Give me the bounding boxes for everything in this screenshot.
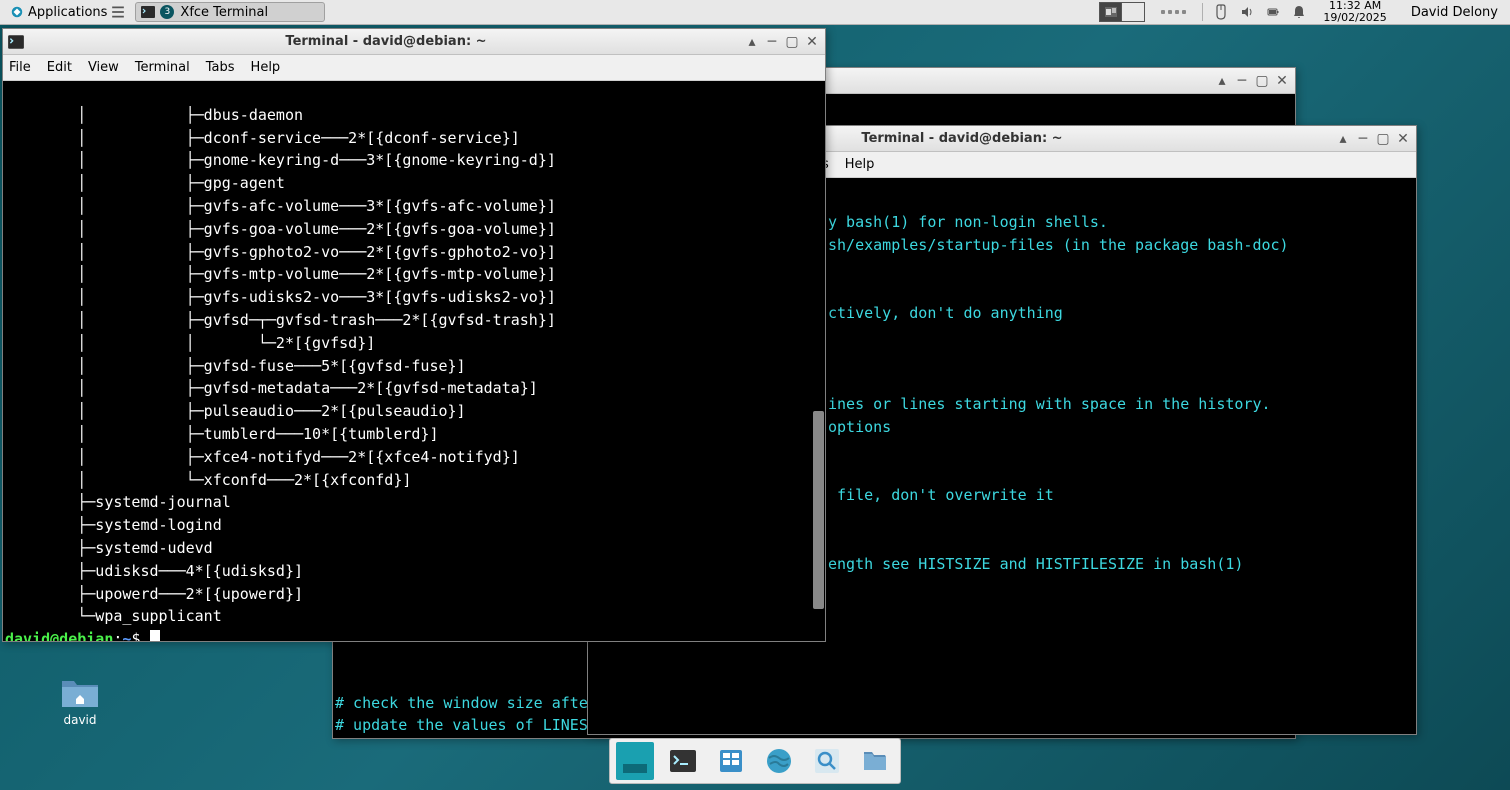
folder-icon (860, 746, 890, 776)
menu-item-help[interactable]: Help (845, 157, 875, 172)
top-panel: Applications 3 Xfce Terminal 11:32 AM 19… (0, 0, 1510, 25)
prompt-user: david@debian (5, 630, 113, 641)
vim-status-file: ".bashrc" 113L, 3526B (335, 737, 525, 738)
taskbar-button-terminal[interactable]: 3 Xfce Terminal (135, 2, 325, 22)
xfce-logo-icon (10, 5, 24, 19)
menubar-1: File Edit View Terminal Tabs Help (3, 55, 825, 81)
rollup-button[interactable]: ▴ (743, 33, 761, 51)
dock-show-desktop[interactable] (616, 742, 654, 780)
panel-clock[interactable]: 11:32 AM 19/02/2025 (1317, 0, 1392, 24)
window-title-1: Terminal - david@debian: ~ (31, 34, 741, 49)
menu-item-help[interactable]: Help (251, 60, 281, 75)
user-menu[interactable]: David Delony (1403, 5, 1506, 20)
globe-icon (764, 746, 794, 776)
terminal-body-1[interactable]: │ ├─dbus-daemon │ ├─dconf-service───2*[{… (3, 81, 825, 641)
menu-item-terminal[interactable]: Terminal (135, 60, 190, 75)
clock-date: 19/02/2025 (1323, 12, 1386, 24)
pager-dots[interactable] (1155, 10, 1192, 14)
menu-item-edit[interactable]: Edit (47, 60, 72, 75)
menu-item-tabs[interactable]: Tabs (206, 60, 235, 75)
folder-home-icon (60, 675, 100, 709)
workspace-2[interactable] (1122, 3, 1144, 21)
rollup-button[interactable]: ▴ (1213, 72, 1231, 90)
vim-status-pos: 1,1 (1113, 737, 1260, 738)
terminal-icon (140, 4, 156, 20)
terminal-scrollbar[interactable] (813, 411, 824, 609)
titlebar-1[interactable]: Terminal - david@debian: ~ ▴ ─ ▢ ✕ (3, 29, 825, 55)
dock-browser[interactable] (760, 742, 798, 780)
close-button[interactable]: ✕ (803, 33, 821, 51)
workspace-1[interactable] (1100, 3, 1122, 21)
rollup-button[interactable]: ▴ (1334, 130, 1352, 148)
desktop-icon-label: david (45, 713, 115, 727)
minimize-button[interactable]: ─ (1233, 72, 1251, 90)
desktop-icon-home[interactable]: david (45, 675, 115, 727)
applications-label: Applications (28, 5, 107, 20)
file-manager-icon (716, 746, 746, 776)
volume-tray-icon[interactable] (1239, 4, 1255, 20)
terminal-icon (668, 746, 698, 776)
dock (609, 738, 901, 784)
desktop-icon (620, 746, 650, 776)
applications-menu[interactable]: Applications (4, 3, 131, 22)
terminal-window-1[interactable]: Terminal - david@debian: ~ ▴ ─ ▢ ✕ File … (2, 28, 826, 642)
separator (1202, 3, 1203, 21)
maximize-button[interactable]: ▢ (1374, 130, 1392, 148)
task-label: Xfce Terminal (180, 5, 268, 20)
window-glyph-icon (1105, 7, 1117, 17)
menu-lines-icon (111, 5, 125, 19)
magnifier-icon (812, 746, 842, 776)
dock-files[interactable] (712, 742, 750, 780)
vim-status-pct: Top (1260, 737, 1293, 738)
battery-tray-icon[interactable] (1265, 4, 1281, 20)
minimize-button[interactable]: ─ (763, 33, 781, 51)
workspace-indicators[interactable] (1099, 2, 1145, 22)
notification-tray-icon[interactable] (1291, 4, 1307, 20)
dock-search[interactable] (808, 742, 846, 780)
task-count-badge: 3 (160, 5, 174, 19)
terminal-icon (7, 33, 25, 51)
maximize-button[interactable]: ▢ (1253, 72, 1271, 90)
menu-item-file[interactable]: File (9, 60, 31, 75)
dock-folder[interactable] (856, 742, 894, 780)
maximize-button[interactable]: ▢ (783, 33, 801, 51)
close-button[interactable]: ✕ (1394, 130, 1412, 148)
mouse-tray-icon[interactable] (1213, 4, 1229, 20)
close-button[interactable]: ✕ (1273, 72, 1291, 90)
minimize-button[interactable]: ─ (1354, 130, 1372, 148)
dock-terminal[interactable] (664, 742, 702, 780)
menu-item-view[interactable]: View (88, 60, 119, 75)
cursor (150, 630, 160, 641)
